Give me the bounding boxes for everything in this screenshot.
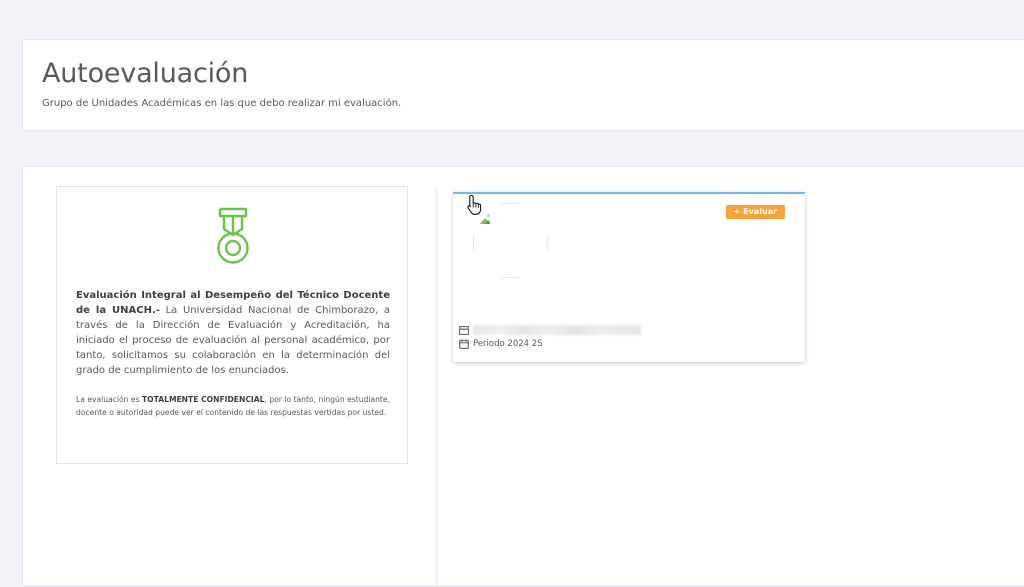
column-divider [436, 186, 437, 587]
period-row: Periodo 2024 2S [459, 339, 543, 349]
calendar-icon [459, 339, 469, 349]
note-bold: TOTALMENTE CONFIDENCIAL [142, 395, 265, 404]
image-placeholder-right [547, 234, 548, 250]
page-title: Autoevaluación [42, 58, 249, 89]
medal-icon [217, 207, 249, 264]
main-panel: Evaluación Integral al Desempeño del Téc… [22, 166, 1024, 587]
note-prefix: La evaluación es [76, 395, 142, 404]
hand-cursor-icon [467, 194, 482, 215]
evaluate-button[interactable]: + Evaluar [725, 205, 785, 219]
id-card-icon [459, 325, 469, 335]
page-header: Autoevaluación Grupo de Unidades Académi… [22, 39, 1024, 131]
image-placeholder-left [473, 234, 474, 250]
page-subtitle: Grupo de Unidades Académicas en las que … [42, 98, 402, 109]
evaluation-info-card: Evaluación Integral al Desempeño del Téc… [56, 186, 408, 464]
confidentiality-note: La evaluación es TOTALMENTE CONFIDENCIAL… [76, 393, 390, 419]
academic-unit-card[interactable]: + Evaluar Periodo 2024 2S [453, 192, 805, 362]
unit-name-redacted [473, 325, 641, 335]
image-placeholder-top [501, 203, 519, 204]
period-label: Periodo 2024 2S [473, 339, 543, 349]
unit-name-row [459, 325, 641, 335]
image-placeholder-bottom [501, 277, 519, 278]
evaluation-description: Evaluación Integral al Desempeño del Téc… [76, 288, 390, 378]
